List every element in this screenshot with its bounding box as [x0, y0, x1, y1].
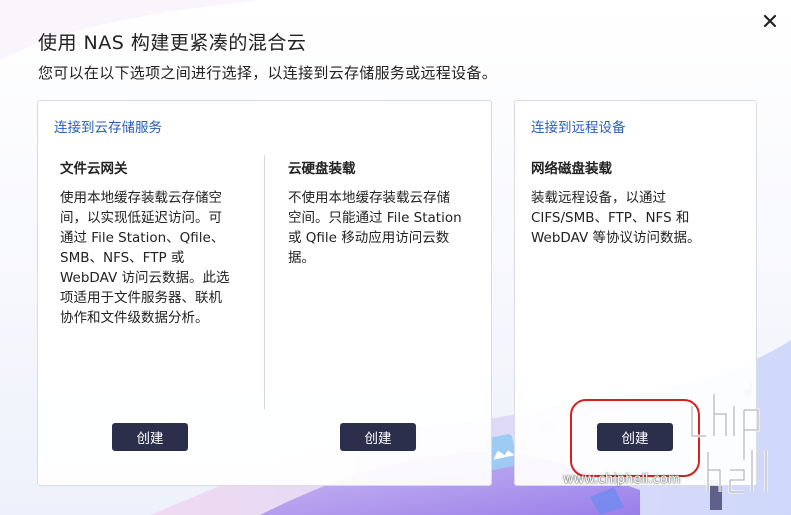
chiphell-watermark-logo [686, 366, 782, 500]
network-disk-mount-description: 装载远程设备，以通过 CIFS/SMB、FTP、NFS 和 WebDAV 等协议… [531, 188, 701, 248]
desc-line: 协作和文件级数据分析。 [60, 310, 209, 326]
desc-line: 装载远程设备，以通过 [531, 190, 666, 206]
cloud-panel-title: 连接到云存储服务 [54, 120, 162, 136]
desc-line: 据。 [288, 250, 315, 266]
desc-line: 通过 File Station、Qfile、 [60, 230, 225, 246]
cloud-drive-mount-description: 不使用本地缓存装载云存储 空间。只能通过 File Station 或 Qfil… [288, 188, 462, 268]
close-icon[interactable] [759, 10, 781, 32]
file-cloud-gateway-title: 文件云网关 [60, 161, 128, 177]
create-cloud-drive-mount-button[interactable]: 创建 [340, 423, 416, 451]
desc-line: SMB、NFS、FTP 或 [60, 250, 185, 266]
file-cloud-gateway-description: 使用本地缓存装载云存储空 间，以实现低延迟访问。可 通过 File Statio… [60, 188, 230, 328]
dialog-subtitle: 您可以在以下选项之间进行选择，以连接到云存储服务或远程设备。 [38, 64, 498, 82]
desc-line: CIFS/SMB、FTP、NFS 和 [531, 210, 690, 226]
column-divider [264, 155, 265, 409]
cloud-storage-panel: 连接到云存储服务 文件云网关 使用本地缓存装载云存储空 间，以实现低延迟访问。可… [37, 100, 492, 486]
cloud-drive-mount-title: 云硬盘装载 [288, 161, 356, 177]
network-disk-mount-title: 网络磁盘装载 [531, 161, 612, 177]
desc-line: 间，以实现低延迟访问。可 [60, 210, 222, 226]
desc-line: 项适用于文件服务器、联机 [60, 290, 222, 306]
desc-line: 不使用本地缓存装载云存储 [288, 190, 450, 206]
desc-line: 空间。只能通过 File Station [288, 210, 462, 226]
watermark-text: www.chiphell.com [563, 472, 681, 487]
red-annotation-circle [570, 399, 700, 477]
desc-line: 使用本地缓存装载云存储空 [60, 190, 222, 206]
desc-line: WebDAV 访问云数据。此选 [60, 270, 230, 286]
desc-line: WebDAV 等协议访问数据。 [531, 230, 701, 246]
desc-line: 或 Qfile 移动应用访问云数 [288, 230, 450, 246]
remote-panel-title: 连接到远程设备 [531, 120, 626, 136]
create-file-cloud-gateway-button[interactable]: 创建 [112, 423, 188, 451]
dialog-title: 使用 NAS 构建更紧凑的混合云 [38, 32, 307, 54]
